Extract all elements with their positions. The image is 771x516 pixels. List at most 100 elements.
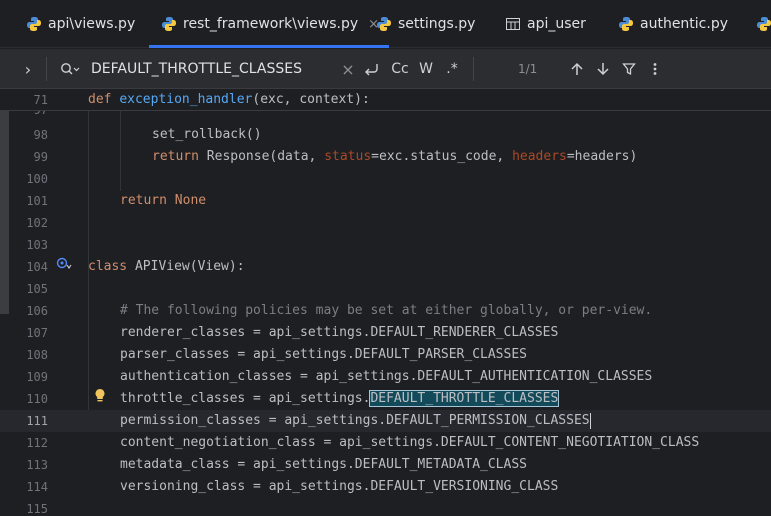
sticky-scope-header[interactable]: 71 def exception_handler(exc, context): — [0, 89, 771, 111]
line-number: 115 — [26, 502, 48, 516]
search-input[interactable]: DEFAULT_THROTTLE_CLASSES — [91, 49, 331, 89]
code-line: 114 versioning_class = api_settings.DEFA… — [0, 476, 771, 498]
tab-api-user[interactable]: api_user — [505, 0, 586, 48]
keyword: def — [88, 92, 112, 107]
code-fragment: (exc, context): — [252, 92, 370, 107]
code-line: 112 content_negotiation_class = api_sett… — [0, 432, 771, 454]
line-number: 112 — [26, 436, 48, 450]
find-in-file-bar: › DEFAULT_THROTTLE_CLASSES × Cc W .* 1/1 — [0, 49, 771, 89]
next-occurrence-button[interactable] — [594, 49, 612, 89]
line-number: 111 — [26, 414, 48, 428]
lightbulb-icon[interactable] — [94, 388, 106, 412]
line-number: 100 — [26, 172, 48, 186]
code-line: 101 return None — [0, 190, 771, 212]
code-text: return Response(data, status=exc.status_… — [152, 146, 637, 168]
code-line: 99 return Response(data, status=exc.stat… — [0, 146, 771, 168]
code-line: 106 # The following policies may be set … — [0, 300, 771, 322]
line-number: 102 — [26, 216, 48, 230]
line-number: 99 — [33, 150, 48, 164]
tab-label: authentic.py — [640, 16, 728, 32]
code-fragment: =exc.status_code, — [371, 149, 513, 164]
code-editor[interactable]: 97 98 set_rollback() 99 return Response(… — [0, 89, 771, 516]
line-number: 103 — [26, 238, 48, 252]
named-argument: status — [324, 149, 372, 164]
named-argument: headers — [512, 149, 567, 164]
line-number: 108 — [26, 348, 48, 362]
filter-button[interactable] — [620, 49, 638, 89]
python-icon — [27, 17, 41, 31]
tab-label: api_user — [527, 16, 586, 32]
code-text: throttle_classes = api_settings.DEFAULT_… — [120, 388, 560, 410]
line-number: 104 — [26, 260, 48, 274]
keyword: return — [120, 193, 167, 208]
arrow-up-icon — [571, 62, 583, 75]
code-text: return None — [120, 190, 206, 212]
code-line: 97 — [0, 111, 771, 121]
table-icon — [506, 18, 520, 30]
more-options-button[interactable] — [646, 49, 664, 89]
new-line-button[interactable] — [361, 49, 381, 89]
line-number: 109 — [26, 370, 48, 384]
keyword: None — [174, 193, 207, 208]
editor-tab-bar: api\views.py rest_framework\views.py × s… — [0, 0, 771, 48]
python-icon — [162, 17, 176, 31]
code-line: 109 authentication_classes = api_setting… — [0, 366, 771, 388]
whole-words-toggle[interactable]: W — [417, 49, 435, 89]
active-tab-indicator — [149, 45, 390, 48]
line-number: 105 — [26, 282, 48, 296]
tab-api-views[interactable]: api\views.py — [26, 0, 135, 48]
tab-overflow[interactable] — [756, 0, 771, 48]
text-caret — [589, 412, 591, 429]
code-line: 107 renderer_classes = api_settings.DEFA… — [0, 322, 771, 344]
line-number: 101 — [26, 194, 48, 208]
match-case-toggle[interactable]: Cc — [389, 49, 411, 89]
arrow-down-icon — [597, 63, 609, 76]
code-text: class APIView(View): — [88, 256, 245, 278]
tab-label: settings.py — [398, 16, 476, 32]
search-match-highlight: DEFAULT_THROTTLE_CLASSES — [369, 390, 560, 407]
expand-replace-button[interactable]: › — [18, 49, 38, 89]
code-line: 115 — [0, 498, 771, 516]
code-text: metadata_class = api_settings.DEFAULT_ME… — [120, 457, 527, 472]
code-text: versioning_class = api_settings.DEFAULT_… — [120, 479, 559, 494]
clear-search-button[interactable]: × — [340, 49, 356, 89]
line-number: 114 — [26, 480, 48, 494]
code-text: set_rollback() — [152, 127, 262, 142]
filter-icon — [622, 63, 636, 76]
more-vertical-icon — [653, 63, 657, 75]
divider — [46, 57, 47, 81]
python-icon — [377, 17, 391, 31]
code-text: parser_classes = api_settings.DEFAULT_PA… — [120, 347, 527, 362]
newline-icon — [365, 64, 378, 76]
line-number: 98 — [33, 128, 48, 142]
code-line: 108 parser_classes = api_settings.DEFAUL… — [0, 344, 771, 366]
search-icon — [61, 63, 80, 75]
function-name: exception_handler — [119, 92, 253, 107]
code-line: 103 — [0, 234, 771, 256]
tab-settings[interactable]: settings.py — [376, 0, 475, 48]
keyword: class — [88, 259, 128, 274]
line-number: 71 — [33, 93, 48, 107]
code-fragment: =headers) — [566, 149, 638, 164]
code-text: def exception_handler(exc, context): — [88, 89, 370, 111]
tab-rest-framework-views[interactable]: rest_framework\views.py × — [149, 0, 390, 48]
code-line: 113 metadata_class = api_settings.DEFAUL… — [0, 454, 771, 476]
regex-toggle[interactable]: .* — [442, 49, 462, 89]
current-line: 111 permission_classes = api_settings.DE… — [0, 410, 771, 432]
code-fragment: permission_classes = api_settings.DEFAUL… — [120, 413, 590, 428]
line-number: 107 — [26, 326, 48, 340]
code-line: 105 — [0, 278, 771, 300]
tab-authentic[interactable]: authentic.py — [618, 0, 728, 48]
previous-occurrence-button[interactable] — [568, 49, 586, 89]
code-line: 100 — [0, 168, 771, 190]
python-icon — [619, 17, 633, 31]
overriding-method-icon[interactable] — [56, 256, 72, 278]
code-text: authentication_classes = api_settings.DE… — [120, 369, 653, 384]
code-line: 98 set_rollback() — [0, 124, 771, 146]
code-text: content_negotiation_class = api_settings… — [120, 435, 700, 450]
search-history-button[interactable] — [58, 49, 82, 89]
code-fragment: throttle_classes = api_settings. — [120, 391, 371, 406]
divider — [473, 57, 474, 81]
line-number: 110 — [26, 392, 48, 406]
code-fragment: Response(data, — [198, 149, 325, 164]
